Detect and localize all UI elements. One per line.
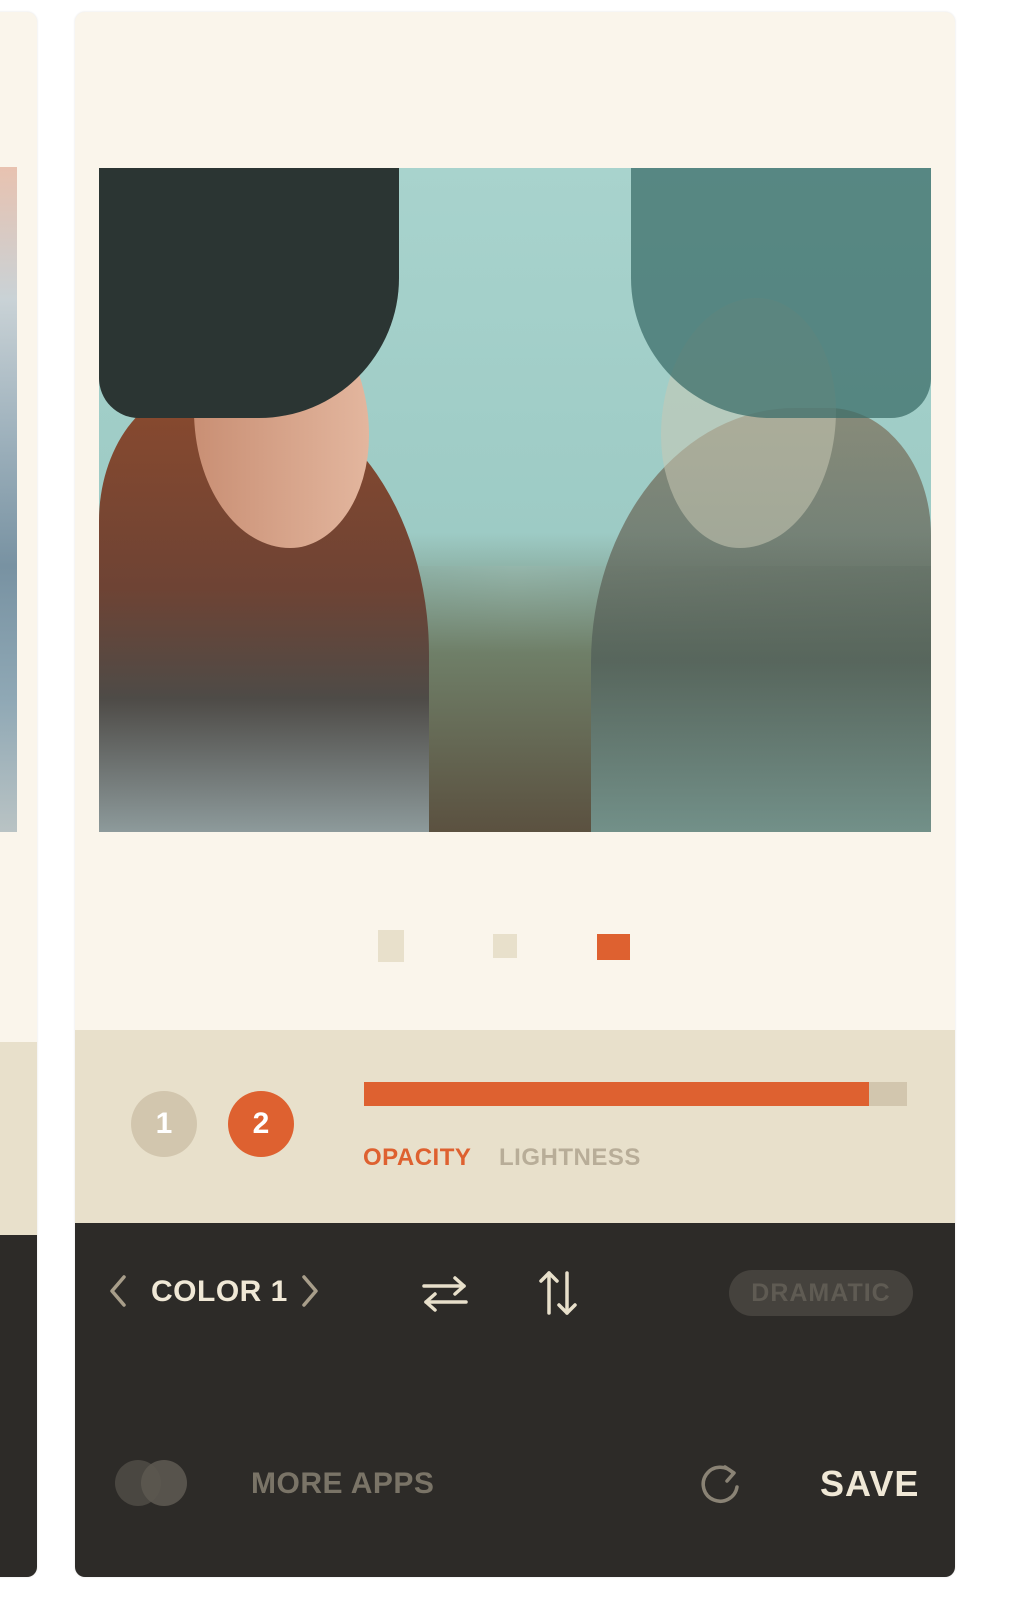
save-button[interactable]: SAVE: [820, 1463, 919, 1505]
photo-left-figure-beanie: [99, 168, 399, 418]
color-selector-label: COLOR 1: [151, 1275, 288, 1308]
page-indicator: [75, 930, 955, 966]
previous-card-controls: [0, 1042, 37, 1235]
swap-vertical-icon[interactable]: [535, 1267, 581, 1319]
page-dot-1[interactable]: [378, 930, 404, 962]
refresh-icon[interactable]: [697, 1461, 743, 1507]
layer-1-button[interactable]: 1: [131, 1091, 197, 1157]
more-apps-link[interactable]: MORE APPS: [251, 1467, 434, 1501]
photo-right-figure-beanie: [631, 168, 931, 418]
opacity-slider-fill: [364, 1082, 869, 1106]
previous-card-photo: [0, 167, 17, 832]
tab-lightness[interactable]: LIGHTNESS: [499, 1144, 641, 1172]
previous-card-toolbar: [0, 1235, 37, 1577]
more-apps-logo-icon[interactable]: [113, 1458, 189, 1508]
chevron-right-icon[interactable]: [292, 1271, 326, 1311]
opacity-slider[interactable]: [364, 1082, 907, 1106]
swap-horizontal-icon[interactable]: [420, 1273, 470, 1315]
page-dot-3-active[interactable]: [597, 934, 630, 960]
adjust-panel: 1 2 OPACITY LIGHTNESS: [75, 1030, 955, 1223]
tab-opacity[interactable]: OPACITY: [363, 1144, 471, 1172]
preset-dramatic-button[interactable]: DRAMATIC: [729, 1270, 913, 1316]
bottom-toolbar: COLOR 1 DRAMATIC MORE APPS SAVE: [75, 1223, 955, 1577]
layer-2-button[interactable]: 2: [228, 1091, 294, 1157]
preview-photo: [99, 168, 931, 832]
page-dot-2[interactable]: [493, 934, 517, 958]
chevron-left-icon[interactable]: [102, 1271, 136, 1311]
previous-card[interactable]: [0, 12, 37, 1577]
editor-card: 1 2 OPACITY LIGHTNESS COLOR 1 DRAMATIC M…: [75, 12, 955, 1577]
